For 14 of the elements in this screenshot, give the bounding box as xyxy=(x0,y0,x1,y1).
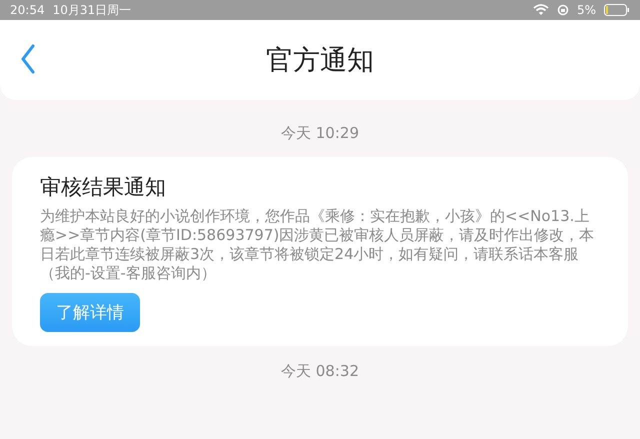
notice-title: 审核结果通知 xyxy=(40,174,167,201)
back-icon xyxy=(20,44,36,74)
status-time: 20:54 xyxy=(10,3,45,17)
rotation-lock-icon xyxy=(556,4,569,16)
message-time: 今天 08:32 xyxy=(280,362,360,381)
details-button[interactable]: 了解详情 xyxy=(40,293,140,332)
wifi-icon xyxy=(532,4,549,16)
notice-text: 为维护本站良好的小说创作环境，您作品《乘修：实在抱歉，小孩》的<<No13.上瘾>>章节内容(章节ID:58693797)因涉黄已被审核人员屏蔽，请及时作出修改，本日若此章节连续被屏蔽3次，该章节将被锁定24小时，如有疑问，请联系话本客服（我的-设置-客服咨询内） xyxy=(40,207,596,283)
back-button[interactable] xyxy=(20,44,36,74)
battery-percent: 5% xyxy=(576,3,596,17)
status-date: 10月31日周一 xyxy=(52,2,132,18)
page-title: 官方通知 xyxy=(266,44,374,78)
message-time: 今天 10:29 xyxy=(280,124,360,143)
battery-icon xyxy=(604,4,630,16)
